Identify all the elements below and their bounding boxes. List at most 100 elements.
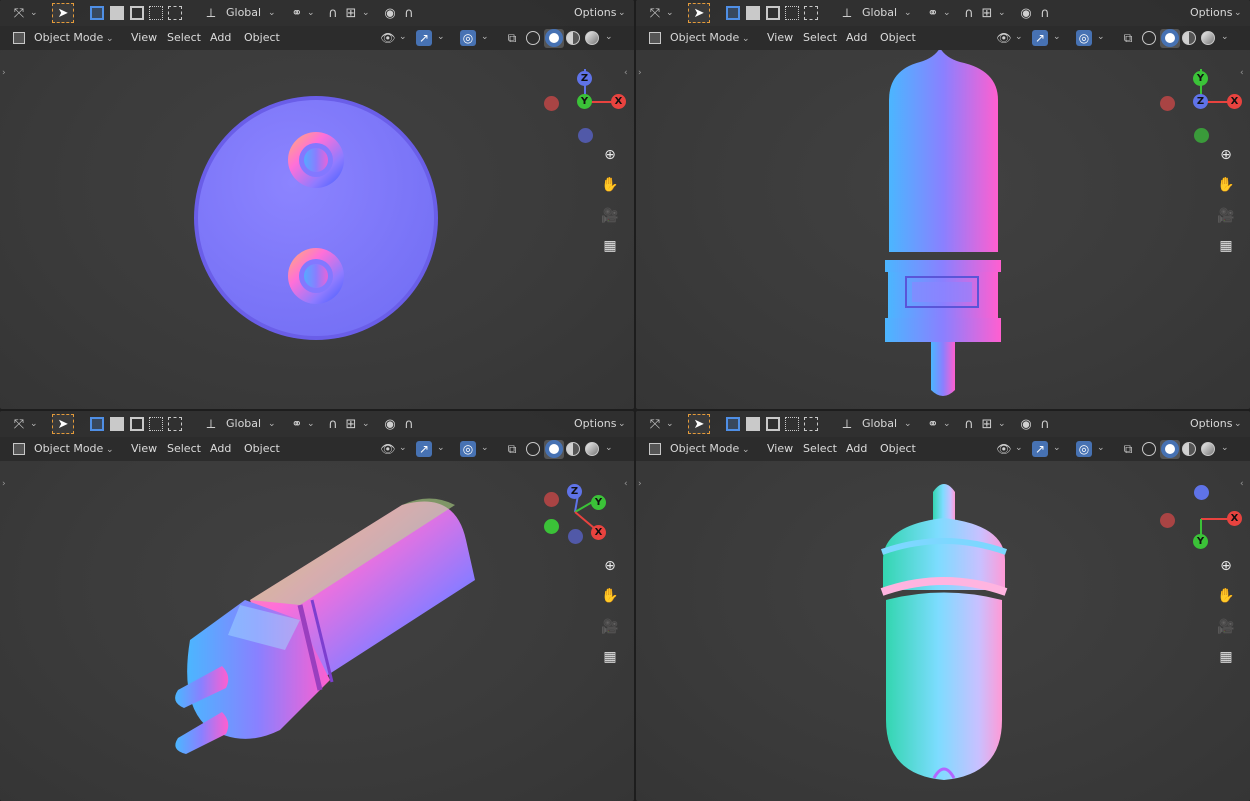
chevron-down-icon[interactable]: ⌄ bbox=[399, 32, 407, 42]
transform-orientation-label[interactable]: Global bbox=[226, 6, 261, 19]
xray-toggle-icon[interactable]: ⧉ bbox=[1120, 30, 1136, 46]
gizmo-y-axis[interactable]: Y bbox=[1193, 71, 1208, 86]
chevron-down-icon[interactable]: ⌄ bbox=[1097, 443, 1105, 453]
chevron-down-icon[interactable]: ⌄ bbox=[666, 8, 674, 18]
transform-pivot-icon[interactable]: ⤧ bbox=[10, 415, 28, 433]
select-box-extend-button[interactable] bbox=[110, 417, 124, 431]
sidebar-expand-arrow-icon[interactable]: ‹ bbox=[624, 68, 628, 78]
gizmo-neg-y-axis[interactable] bbox=[1194, 128, 1209, 143]
snap-increment-icon[interactable]: ⊞ bbox=[342, 4, 360, 22]
chevron-down-icon[interactable]: ⌄ bbox=[307, 419, 315, 429]
chevron-down-icon[interactable]: ⌄ bbox=[307, 8, 315, 18]
rendered-shading-icon[interactable] bbox=[585, 31, 599, 45]
gizmo-neg-x-axis[interactable] bbox=[544, 492, 559, 507]
navigation-gizmo[interactable]: XY bbox=[1156, 473, 1246, 563]
chevron-down-icon[interactable]: ⌄ bbox=[904, 419, 912, 429]
orientation-axes-icon[interactable]: ⟂ bbox=[202, 4, 220, 22]
gizmo-y-axis[interactable]: Y bbox=[577, 94, 592, 109]
gizmo-neg-x-axis[interactable] bbox=[544, 96, 559, 111]
solid-shading-icon[interactable] bbox=[1163, 442, 1177, 456]
transform-orientation-label[interactable]: Global bbox=[862, 6, 897, 19]
material-preview-icon[interactable] bbox=[566, 31, 580, 45]
chevron-down-icon[interactable]: ⌄ bbox=[605, 32, 613, 42]
xray-toggle-icon[interactable]: ⧉ bbox=[504, 441, 520, 457]
viewport-bottom-left[interactable]: ⤧ ⌄ ➤ ⟂ Global ⌄ ⚭ ⌄ ∩ ⊞ ⌄ ◉ ∩ Options ⌄… bbox=[0, 411, 634, 801]
gizmo-z-axis[interactable]: Z bbox=[577, 71, 592, 86]
select-box-invert-button[interactable] bbox=[785, 6, 799, 20]
pivot-point-icon[interactable]: ⚭ bbox=[288, 4, 306, 22]
grid-icon[interactable]: ▦ bbox=[1216, 647, 1236, 667]
falloff-curve-icon[interactable]: ∩ bbox=[400, 4, 418, 22]
select-box-subtract-button[interactable] bbox=[766, 6, 780, 20]
gizmo-toggle-icon[interactable]: ↗ bbox=[416, 30, 432, 46]
xray-toggle-icon[interactable]: ⧉ bbox=[1120, 441, 1136, 457]
gizmo-x-axis[interactable]: X bbox=[611, 94, 626, 109]
select-tool-button[interactable]: ➤ bbox=[52, 3, 74, 23]
pivot-point-icon[interactable]: ⚭ bbox=[924, 4, 942, 22]
gizmo-neg-x-axis[interactable] bbox=[1160, 96, 1175, 111]
sidebar-expand-arrow-icon[interactable]: ‹ bbox=[1240, 68, 1244, 78]
snap-increment-icon[interactable]: ⊞ bbox=[978, 4, 996, 22]
object-mode-dropdown[interactable]: Object Mode ⌄ bbox=[10, 440, 118, 459]
hand-pan-icon[interactable]: ✋ bbox=[1216, 175, 1236, 195]
select-box-subtract-button[interactable] bbox=[130, 417, 144, 431]
snap-magnet-icon[interactable]: ∩ bbox=[960, 415, 978, 433]
gizmo-z-axis[interactable] bbox=[1194, 485, 1209, 500]
gizmo-z-axis[interactable]: Z bbox=[1193, 94, 1208, 109]
select-box-extend-button[interactable] bbox=[746, 6, 760, 20]
options-dropdown[interactable]: Options bbox=[574, 6, 616, 19]
transform-pivot-icon[interactable]: ⤧ bbox=[10, 4, 28, 22]
select-box-new-button[interactable] bbox=[726, 417, 740, 431]
orientation-axes-icon[interactable]: ⟂ bbox=[838, 4, 856, 22]
gizmo-toggle-icon[interactable]: ↗ bbox=[416, 441, 432, 457]
hand-pan-icon[interactable]: ✋ bbox=[600, 586, 620, 606]
chevron-down-icon[interactable]: ⌄ bbox=[618, 419, 626, 429]
select-box-intersect-button[interactable] bbox=[804, 6, 818, 20]
chevron-down-icon[interactable]: ⌄ bbox=[268, 419, 276, 429]
select-box-intersect-button[interactable] bbox=[804, 417, 818, 431]
gizmo-x-axis[interactable]: X bbox=[1227, 511, 1242, 526]
wireframe-shading-icon[interactable] bbox=[1142, 31, 1156, 45]
zoom-icon[interactable]: ⊕ bbox=[600, 556, 620, 576]
hand-pan-icon[interactable]: ✋ bbox=[1216, 586, 1236, 606]
transform-orientation-label[interactable]: Global bbox=[862, 417, 897, 430]
menu-add[interactable]: Add bbox=[210, 442, 231, 455]
snap-magnet-icon[interactable]: ∩ bbox=[324, 4, 342, 22]
falloff-curve-icon[interactable]: ∩ bbox=[1036, 415, 1054, 433]
sidebar-expand-arrow-icon[interactable]: ‹ bbox=[1240, 479, 1244, 489]
chevron-down-icon[interactable]: ⌄ bbox=[943, 8, 951, 18]
overlays-toggle-icon[interactable]: ◎ bbox=[1076, 30, 1092, 46]
chevron-down-icon[interactable]: ⌄ bbox=[30, 419, 38, 429]
menu-view[interactable]: View bbox=[131, 31, 157, 44]
viewport-scene[interactable] bbox=[0, 411, 634, 801]
select-box-extend-button[interactable] bbox=[110, 6, 124, 20]
gizmo-x-axis[interactable]: X bbox=[1227, 94, 1242, 109]
sidebar-expand-arrow-icon[interactable]: ‹ bbox=[624, 479, 628, 489]
select-box-subtract-button[interactable] bbox=[766, 417, 780, 431]
viewport-bottom-right[interactable]: ⤧ ⌄ ➤ ⟂ Global ⌄ ⚭ ⌄ ∩ ⊞ ⌄ ◉ ∩ Options ⌄… bbox=[636, 411, 1250, 801]
menu-select[interactable]: Select bbox=[167, 31, 201, 44]
chevron-down-icon[interactable]: ⌄ bbox=[481, 443, 489, 453]
chevron-down-icon[interactable]: ⌄ bbox=[268, 8, 276, 18]
gizmo-toggle-icon[interactable]: ↗ bbox=[1032, 441, 1048, 457]
transform-orientation-label[interactable]: Global bbox=[226, 417, 261, 430]
select-box-intersect-button[interactable] bbox=[168, 417, 182, 431]
material-preview-icon[interactable] bbox=[566, 442, 580, 456]
mesh-object[interactable] bbox=[194, 96, 438, 340]
gizmo-neg-x-axis[interactable] bbox=[1160, 513, 1175, 528]
material-preview-icon[interactable] bbox=[1182, 442, 1196, 456]
toolbar-expand-arrow-icon[interactable]: › bbox=[638, 479, 642, 489]
select-box-new-button[interactable] bbox=[90, 6, 104, 20]
toolbar-expand-arrow-icon[interactable]: › bbox=[2, 68, 6, 78]
chevron-down-icon[interactable]: ⌄ bbox=[1053, 443, 1061, 453]
navigation-gizmo[interactable]: YZ X bbox=[1156, 56, 1246, 146]
chevron-down-icon[interactable]: ⌄ bbox=[1234, 8, 1242, 18]
menu-object[interactable]: Object bbox=[244, 31, 280, 44]
solid-shading-icon[interactable] bbox=[1163, 31, 1177, 45]
select-box-intersect-button[interactable] bbox=[168, 6, 182, 20]
chevron-down-icon[interactable]: ⌄ bbox=[1097, 32, 1105, 42]
zoom-icon[interactable]: ⊕ bbox=[1216, 556, 1236, 576]
snap-increment-icon[interactable]: ⊞ bbox=[342, 415, 360, 433]
menu-view[interactable]: View bbox=[131, 442, 157, 455]
chevron-down-icon[interactable]: ⌄ bbox=[1015, 443, 1023, 453]
